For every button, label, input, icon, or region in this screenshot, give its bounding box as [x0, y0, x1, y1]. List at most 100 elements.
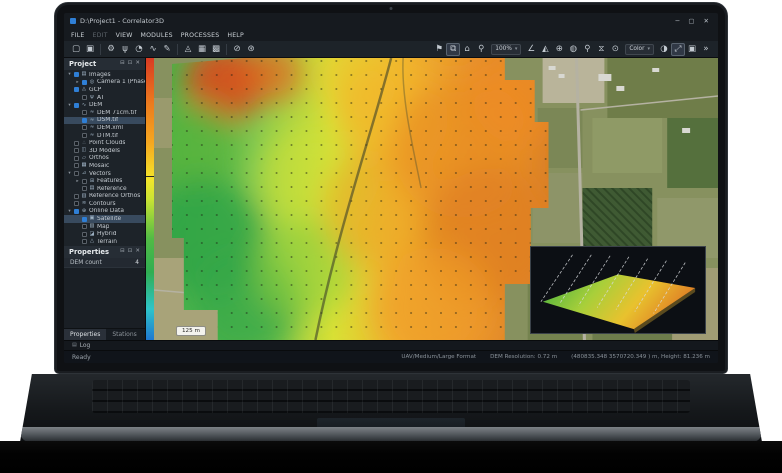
tree-item[interactable]: ◪ Hybrid [64, 230, 145, 238]
tree-item[interactable]: ≈ DTM.tif [64, 132, 145, 140]
layer-checkbox[interactable] [74, 141, 79, 146]
tree-item[interactable]: ◬ GCP [64, 86, 145, 94]
layers-tool-icon[interactable]: ⧉ [446, 43, 460, 56]
home-view-icon[interactable]: ⌂ [460, 43, 474, 56]
menu-item[interactable]: VIEW [116, 32, 133, 39]
layer-checkbox[interactable] [74, 163, 79, 168]
sphere-view-icon[interactable]: ⊙ [608, 43, 622, 56]
layer-checkbox[interactable] [82, 80, 87, 85]
tree-item[interactable]: ▣ Satellite [64, 215, 145, 223]
layer-checkbox[interactable] [82, 232, 87, 237]
layer-checkbox[interactable] [74, 72, 79, 77]
dem-editing-icon[interactable]: ∿ [146, 43, 160, 56]
layer-checkbox[interactable] [74, 148, 79, 153]
zoom-region-icon[interactable]: ⊕ [552, 43, 566, 56]
close-button[interactable]: ✕ [704, 18, 709, 25]
tree-item[interactable]: ▱ Orthos [64, 155, 145, 163]
layer-checkbox[interactable] [82, 133, 87, 138]
layer-checkbox[interactable] [82, 125, 87, 130]
layer-checkbox[interactable] [82, 186, 87, 191]
tree-item[interactable]: ◫ 3D Models [64, 147, 145, 155]
zoom-tool-icon[interactable]: ⚲ [474, 43, 488, 56]
layer-checkbox[interactable] [82, 224, 87, 229]
log-bar[interactable]: ▤ Log [64, 340, 718, 350]
expander-icon[interactable]: ▾ [67, 72, 72, 77]
panel-tab[interactable]: Stations [106, 329, 142, 340]
tree-item[interactable]: ▾ ∿ DEM [64, 101, 145, 109]
float-panel-icon[interactable]: ⊡ [128, 249, 133, 255]
close-panel-icon[interactable]: ✕ [135, 249, 140, 255]
elevation-measure-icon[interactable]: ◭ [538, 43, 552, 56]
tree-item[interactable]: ≋ Contours [64, 200, 145, 208]
expander-icon[interactable]: ▾ [67, 103, 72, 108]
mosaic-icon[interactable]: ◬ [181, 43, 195, 56]
layer-checkbox[interactable] [74, 209, 79, 214]
tree-item[interactable]: ≈ DEM.xml [64, 124, 145, 132]
3d-preview-inset[interactable] [530, 246, 706, 334]
orthorectification-icon[interactable]: ✎ [160, 43, 174, 56]
zoom-level-select[interactable]: 100% ▾ [491, 44, 521, 55]
layer-checkbox[interactable] [82, 110, 87, 115]
tree-item[interactable]: ≈ DEM 71cm.tif [64, 109, 145, 117]
layer-checkbox[interactable] [74, 201, 79, 206]
inspection-icon[interactable]: ⊘ [230, 43, 244, 56]
fullscreen-icon[interactable]: ⤢ [671, 43, 685, 56]
expander-icon[interactable]: ▸ [75, 80, 80, 85]
tree-item[interactable]: ▸ ⊞ Features [64, 177, 145, 185]
open-project-icon[interactable]: ▣ [83, 43, 97, 56]
panel-tab[interactable]: Properties [64, 329, 106, 340]
overflow-icon[interactable]: » [699, 43, 713, 56]
menu-item[interactable]: PROCESSES [181, 32, 220, 39]
dock-panel-icon[interactable]: ⊟ [120, 61, 125, 67]
gcp-marker-tool-icon[interactable]: ⚑ [432, 43, 446, 56]
angle-measure-icon[interactable]: ∠ [524, 43, 538, 56]
display-mode-select[interactable]: Color ▾ [625, 44, 654, 55]
expander-icon[interactable]: ▾ [67, 209, 72, 214]
tree-item[interactable]: △ Terrain [64, 238, 145, 246]
layer-checkbox[interactable] [82, 118, 87, 123]
layer-checkbox[interactable] [74, 156, 79, 161]
history-icon[interactable]: ⧖ [594, 43, 608, 56]
layer-checkbox[interactable] [74, 171, 79, 176]
menu-item[interactable]: FILE [71, 32, 85, 39]
layer-checkbox[interactable] [74, 194, 79, 199]
menu-item[interactable]: MODULES [141, 32, 173, 39]
maximize-button[interactable]: ▢ [688, 18, 694, 25]
tree-item[interactable]: ▸ ◎ Camera 1 (Phase One iXM) [64, 79, 145, 87]
tree-item[interactable]: ψ AT [64, 94, 145, 102]
index-map-icon[interactable]: ▩ [209, 43, 223, 56]
aerial-triangulation-icon[interactable]: ψ [118, 43, 132, 56]
tree-item[interactable]: ▾ ⊕ Online Data [64, 208, 145, 216]
layer-checkbox[interactable] [74, 103, 79, 108]
tree-item[interactable]: ▾ ▤ Images [64, 71, 145, 79]
dock-panel-icon[interactable]: ⊟ [120, 249, 125, 255]
expander-icon[interactable]: ▾ [67, 171, 72, 176]
marker-drop-icon[interactable]: ⚲ [580, 43, 594, 56]
menu-item[interactable]: HELP [227, 32, 244, 39]
tree-item[interactable]: ≈ DSM.tif [64, 117, 145, 125]
layer-checkbox[interactable] [74, 87, 79, 92]
snapshot-icon[interactable]: ▣ [685, 43, 699, 56]
layer-checkbox[interactable] [82, 95, 87, 100]
menu-item[interactable]: EDIT [93, 32, 108, 39]
float-panel-icon[interactable]: ⊡ [128, 61, 133, 67]
dem-extraction-icon[interactable]: ◔ [132, 43, 146, 56]
tree-item[interactable]: ▤ Reference [64, 185, 145, 193]
layer-checkbox[interactable] [82, 179, 87, 184]
tree-item[interactable]: ▾ ⊿ Vectors [64, 170, 145, 178]
globe-3d-icon[interactable]: ◍ [566, 43, 580, 56]
new-project-icon[interactable]: ▢ [69, 43, 83, 56]
contrast-icon[interactable]: ◑ [657, 43, 671, 56]
tree-item[interactable]: ▦ Mosaic [64, 162, 145, 170]
minimize-button[interactable]: ─ [675, 18, 679, 25]
settings-icon[interactable]: ⚙ [104, 43, 118, 56]
tree-item[interactable]: ▧ Map [64, 223, 145, 231]
layer-checkbox[interactable] [82, 217, 87, 222]
tree-item[interactable]: ∴ Point Clouds [64, 139, 145, 147]
close-panel-icon[interactable]: ✕ [135, 61, 140, 67]
map-viewport[interactable]: 125 m [154, 58, 718, 340]
tree-item[interactable]: ▥ Reference Orthos [64, 193, 145, 201]
tiling-icon[interactable]: ▦ [195, 43, 209, 56]
script-icon[interactable]: ⊛ [244, 43, 258, 56]
expander-icon[interactable]: ▸ [75, 179, 80, 184]
